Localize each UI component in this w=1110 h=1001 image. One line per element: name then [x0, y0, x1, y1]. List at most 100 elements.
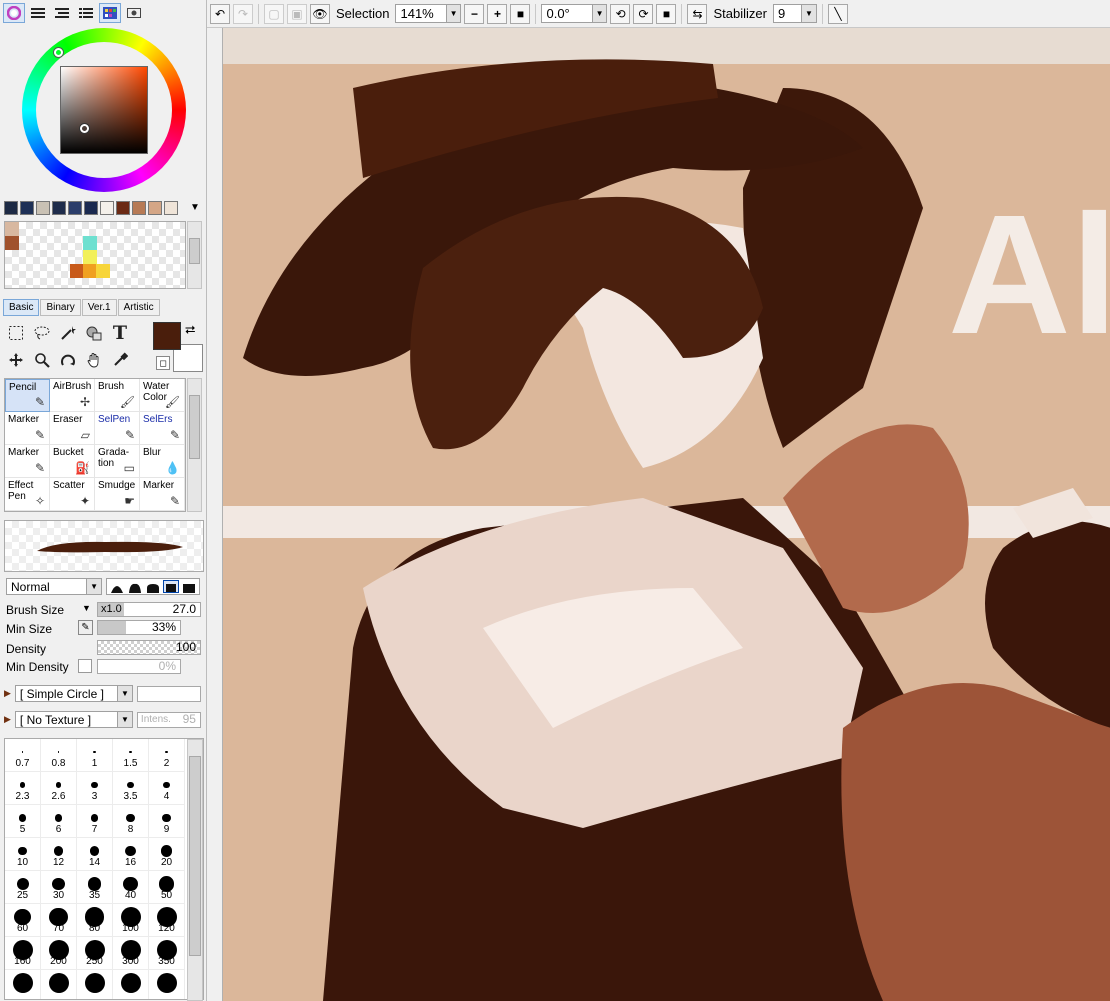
size-preset[interactable]: 300 [113, 937, 149, 970]
density-slider[interactable]: 100 [97, 640, 201, 655]
blend-mode-select[interactable]: Normal ▼ [6, 578, 102, 595]
swatch-scrollbar[interactable] [187, 221, 202, 289]
brush-slot-brush[interactable]: Brush 🖌 [95, 379, 140, 412]
brush-slot-eraser[interactable]: Eraser ▱ [50, 412, 95, 445]
brush-slot-marker[interactable]: Marker ✎ [140, 478, 185, 511]
size-preset[interactable] [149, 970, 185, 999]
size-preset[interactable]: 8 [113, 805, 149, 838]
size-preset[interactable]: 160 [5, 937, 41, 970]
select-shape-icon[interactable] [82, 322, 106, 344]
size-preset[interactable]: 40 [113, 871, 149, 904]
brush-slot-selers[interactable]: SelErs ✎ [140, 412, 185, 445]
edge-round-icon[interactable] [145, 580, 161, 593]
size-preset[interactable]: 60 [5, 904, 41, 937]
swatch-cell-3[interactable] [83, 250, 97, 264]
size-preset[interactable]: 16 [113, 838, 149, 871]
brush-slot-selpen[interactable]: SelPen ✎ [95, 412, 140, 445]
hsv-slider-tab[interactable] [51, 3, 73, 23]
color-wheel[interactable] [22, 28, 186, 192]
brush-slot-effect[interactable]: Effect Pen ✧ [5, 478, 50, 511]
swatch-cell-0[interactable] [5, 222, 19, 236]
swatch-cell-1[interactable] [5, 236, 19, 250]
edge-soft-icon[interactable] [127, 580, 143, 593]
size-preset[interactable]: 25 [5, 871, 41, 904]
brush-size-slider[interactable]: x1.0 27.0 [97, 602, 201, 617]
brush-texture-select[interactable]: [ No Texture ] ▼ [14, 711, 133, 728]
zoom-out-button[interactable]: − [464, 3, 485, 24]
expand-triangle-icon[interactable]: ▶ [4, 714, 11, 725]
history-color-8[interactable] [132, 201, 146, 215]
size-preset[interactable]: 3 [77, 772, 113, 805]
history-color-5[interactable] [84, 201, 98, 215]
move-icon[interactable] [4, 349, 28, 371]
size-preset[interactable]: 100 [113, 904, 149, 937]
zoom-select[interactable]: 141% ▼ [395, 4, 462, 23]
brush-grid-scrollbar[interactable] [187, 378, 202, 512]
flip-horizontal-button[interactable]: ⇆ [687, 3, 708, 24]
history-color-0[interactable] [4, 201, 18, 215]
brush-tab-artistic[interactable]: Artistic [117, 299, 160, 316]
magic-wand-icon[interactable] [56, 322, 80, 344]
lasso-icon[interactable] [30, 322, 54, 344]
invert-selection-button[interactable]: ▣ [287, 3, 307, 24]
size-preset[interactable]: 50 [149, 871, 185, 904]
sv-marker[interactable] [80, 124, 89, 133]
size-preset[interactable]: 120 [149, 904, 185, 937]
hand-icon[interactable] [82, 349, 106, 371]
size-preset[interactable]: 35 [77, 871, 113, 904]
size-preset[interactable]: 1.5 [113, 739, 149, 772]
saturation-value-square[interactable] [60, 66, 148, 154]
history-color-4[interactable] [68, 201, 82, 215]
size-preset[interactable]: 0.7 [5, 739, 41, 772]
size-preset[interactable]: 0.8 [41, 739, 77, 772]
size-preset[interactable] [5, 970, 41, 999]
edge-sharp-icon[interactable] [109, 580, 125, 593]
redo-button[interactable]: ↷ [233, 3, 253, 24]
size-preset[interactable]: 5 [5, 805, 41, 838]
deselect-button[interactable]: ▢ [264, 3, 284, 24]
size-preset[interactable]: 30 [41, 871, 77, 904]
size-preset[interactable]: 80 [77, 904, 113, 937]
selection-visibility-button[interactable]: 👁 [310, 3, 330, 24]
undo-button[interactable]: ↶ [210, 3, 230, 24]
size-preset[interactable]: 70 [41, 904, 77, 937]
pressure-density-checkbox[interactable] [78, 659, 92, 673]
brush-tab-basic[interactable]: Basic [3, 299, 40, 316]
size-preset[interactable]: 7 [77, 805, 113, 838]
size-preset[interactable] [41, 970, 77, 999]
min-size-slider[interactable]: 33% [97, 620, 181, 635]
size-preset[interactable]: 2.3 [5, 772, 41, 805]
history-color-9[interactable] [148, 201, 162, 215]
brush-tab-ver-1[interactable]: Ver.1 [81, 299, 117, 316]
size-preset[interactable]: 1 [77, 739, 113, 772]
history-color-1[interactable] [20, 201, 34, 215]
brush-tab-binary[interactable]: Binary [40, 299, 81, 316]
size-preset[interactable]: 200 [41, 937, 77, 970]
history-color-7[interactable] [116, 201, 130, 215]
brush-slot-airbrush[interactable]: AirBrush ✢ [50, 379, 95, 412]
size-preset[interactable]: 350 [149, 937, 185, 970]
size-preset[interactable]: 3.5 [113, 772, 149, 805]
eyedropper-icon[interactable] [108, 349, 132, 371]
pressure-size-icon[interactable]: ✎ [78, 620, 93, 635]
size-preset[interactable]: 9 [149, 805, 185, 838]
brush-slot-marker[interactable]: Marker ✎ [5, 412, 50, 445]
zoom-icon[interactable] [30, 349, 54, 371]
zoom-in-button[interactable]: + [487, 3, 508, 24]
brush-slot-water[interactable]: Water Color 🖌 [140, 379, 185, 412]
swatch-cell-2[interactable] [83, 236, 97, 250]
size-preset[interactable]: 6 [41, 805, 77, 838]
transparent-color-icon[interactable]: ◻ [156, 356, 170, 370]
brush-slot-grada-[interactable]: Grada-tion ▭ [95, 445, 140, 478]
swatch-cell-4[interactable] [70, 264, 84, 278]
swatch-grid[interactable] [4, 221, 186, 289]
main-color-swatch-front[interactable] [153, 322, 181, 350]
swatch-grid-tab[interactable] [99, 3, 121, 23]
zoom-reset-button[interactable]: ■ [510, 3, 531, 24]
brush-slot-scatter[interactable]: Scatter ✦ [50, 478, 95, 511]
history-color-10[interactable] [164, 201, 178, 215]
edge-square-icon[interactable] [181, 580, 197, 593]
brush-slot-smudge[interactable]: Smudge ☛ [95, 478, 140, 511]
size-preset[interactable] [113, 970, 149, 999]
swap-colors-icon[interactable]: ⮂ [185, 322, 195, 338]
